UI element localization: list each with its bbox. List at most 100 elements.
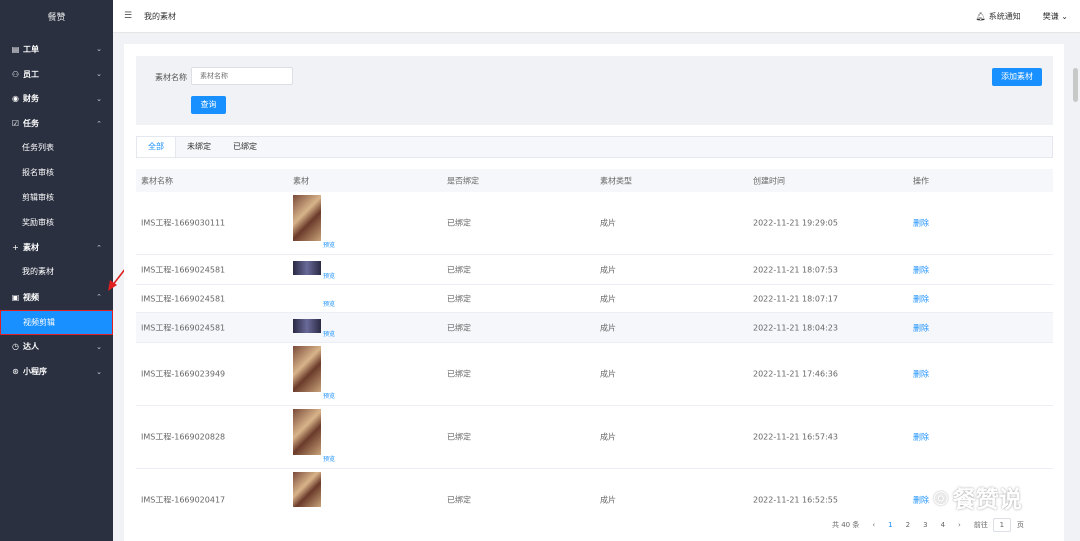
material-name: IMS工程-1669024581 [141,294,226,303]
sidebar-item-label: 达人 [23,342,39,352]
chevron-down-icon: ⌄ [96,45,102,54]
preview-link[interactable]: 预览 [323,329,335,338]
sidebar-item-materials[interactable]: + 素材 ⌃ [0,235,113,260]
pagination: 共 40 条 ‹ 1 2 3 4 › 前往 1 页 [832,518,1037,532]
sidebar-item-influencers[interactable]: ◷ 达人 ⌄ [0,335,113,360]
watermark-text: 餐赞说 [952,487,1022,513]
sidebar-subitem-video-edit[interactable]: 视频剪辑 [0,309,113,335]
page-number[interactable]: 3 [923,521,927,529]
delete-link[interactable]: 删除 [913,495,929,506]
page-number[interactable]: 1 [888,521,892,529]
material-name: IMS工程-1669024581 [141,323,226,332]
main-content: 素材名称 查询 添加素材 全部 未绑定 已绑定 素材名称 素材 是否绑定 素材类… [124,44,1064,541]
sidebar-subitem-signup-review[interactable]: 报名审核 [0,161,113,186]
table-row: IMS工程-1669020828 预览 已绑定 成片 2022-11-21 16… [136,406,1053,469]
material-name: IMS工程-1669023949 [141,369,226,379]
top-bar: ☰ 我的素材 🔔︎ 系统通知 樊谦 ⌄ [113,0,1080,33]
preview-link[interactable]: 预览 [323,454,335,463]
sidebar-item-label: 素材 [23,243,39,253]
created-time: 2022-11-21 16:57:43 [753,432,838,442]
preview-link[interactable]: 预览 [323,271,335,280]
sidebar-subitem-edit-review[interactable]: 剪辑审核 [0,186,113,211]
user-menu[interactable]: 樊谦 ⌄ [1043,11,1068,22]
column-header: 素材 [293,176,309,185]
material-thumbnail[interactable] [293,261,321,275]
table-row: IMS工程-1669023949 预览 已绑定 成片 2022-11-21 17… [136,343,1053,406]
chevron-down-icon: ⌄ [96,70,102,79]
video-icon: ▣ [11,292,20,302]
sidebar-item-label: 任务 [23,119,39,129]
column-header: 素材类型 [600,176,632,185]
material-name-input[interactable] [191,67,293,85]
goto-page-input[interactable]: 1 [992,518,1011,532]
prev-page-icon[interactable]: ‹ [872,521,875,529]
miniapp-icon: ⊛ [12,367,19,377]
page-number[interactable]: 2 [906,521,910,529]
delete-link[interactable]: 删除 [913,369,929,380]
created-time: 2022-11-21 18:04:23 [753,323,838,332]
material-thumbnail[interactable] [293,195,321,241]
sidebar-subitem-my-materials[interactable]: 我的素材 [0,260,113,285]
add-material-button[interactable]: 添加素材 [992,68,1042,86]
bound-status: 已绑定 [447,323,471,332]
query-button[interactable]: 查询 [191,96,226,114]
material-thumbnail[interactable] [293,319,321,333]
preview-link[interactable]: 预览 [323,240,335,249]
created-time: 2022-11-21 19:29:05 [753,218,838,228]
total-count: 共 40 条 [832,521,860,529]
page-suffix: 页 [1016,521,1024,529]
tab-bound[interactable]: 已绑定 [222,137,268,157]
material-name: IMS工程-1669020828 [141,432,226,442]
clock-icon: ◷ [12,342,19,352]
table-row: IMS工程-1669030111 预览 已绑定 成片 2022-11-21 19… [136,192,1053,255]
material-name: IMS工程-1669030111 [141,218,226,228]
tab-unbound[interactable]: 未绑定 [176,137,222,157]
delete-link[interactable]: 删除 [913,264,929,275]
table-row: IMS工程-1669024581 预览 已绑定 成片 2022-11-21 18… [136,313,1053,343]
sidebar-subitem-task-list[interactable]: 任务列表 [0,136,113,161]
sidebar-item-video[interactable]: ▣ 视频 ⌃ [0,285,113,310]
bound-status: 已绑定 [447,265,471,274]
notification-button[interactable]: 🔔︎ 系统通知 [976,11,1021,22]
created-time: 2022-11-21 18:07:17 [753,294,838,303]
page-scrollbar[interactable] [1073,68,1078,102]
delete-link[interactable]: 删除 [913,293,929,304]
goto-label: 前往 [973,521,988,529]
sidebar-item-label: 工单 [23,44,39,54]
chevron-down-icon: ⌄ [96,342,102,351]
breadcrumb: 我的素材 [144,11,176,21]
watermark: ◎ 餐赞说 [933,480,1022,514]
next-page-icon[interactable]: › [958,521,961,529]
chevron-down-icon: ⌄ [1061,11,1068,21]
sidebar-item-tasks[interactable]: ☑ 任务 ⌃ [0,111,113,136]
sidebar-item-staff[interactable]: ⚇ 员工 ⌄ [0,62,113,87]
preview-link[interactable]: 预览 [323,391,335,400]
sidebar-item-miniapp[interactable]: ⊛ 小程序 ⌄ [0,359,113,384]
sidebar-item-workorder[interactable]: ▤ 工单 ⌄ [0,37,113,62]
material-type: 成片 [600,323,616,332]
delete-link[interactable]: 删除 [913,322,929,333]
delete-link[interactable]: 删除 [913,432,929,443]
bound-status: 已绑定 [447,294,471,303]
sidebar-item-finance[interactable]: ◉ 财务 ⌄ [0,87,113,112]
page-number[interactable]: 4 [941,521,945,529]
sidebar-item-label: 财务 [23,94,39,104]
sidebar-item-label: 员工 [23,69,39,79]
preview-link[interactable]: 预览 [323,299,335,308]
material-thumbnail[interactable] [293,346,321,392]
table-row: IMS工程-1669024581 预览 已绑定 成片 2022-11-21 18… [136,285,1053,313]
column-header: 创建时间 [753,176,785,185]
sidebar-item-label: 小程序 [23,367,47,377]
user-name: 樊谦 [1042,11,1059,21]
material-thumbnail[interactable] [293,409,321,455]
created-time: 2022-11-21 16:52:55 [753,495,838,505]
tab-all[interactable]: 全部 [137,137,176,157]
material-thumbnail[interactable] [293,472,321,507]
sidebar-subitem-reward-review[interactable]: 奖励审核 [0,211,113,236]
table-row: IMS工程-1669024581 预览 已绑定 成片 2022-11-21 18… [136,255,1053,285]
plus-icon: + [12,243,19,253]
menu-collapse-icon[interactable]: ☰ [124,11,134,21]
delete-link[interactable]: 删除 [913,218,929,229]
column-header: 是否绑定 [447,176,479,185]
material-type: 成片 [600,369,616,379]
